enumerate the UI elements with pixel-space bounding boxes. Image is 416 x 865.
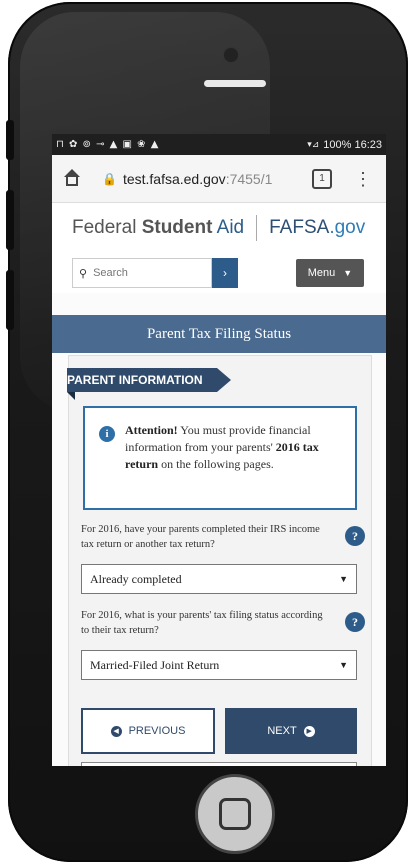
url-host: test.fafsa.ed.gov	[122, 170, 226, 187]
parent-information-card: PARENT INFORMATION i Attention! You must…	[67, 355, 372, 766]
search-icon: ⚲	[79, 267, 88, 280]
volume-up-button	[6, 190, 14, 250]
filing-status-select[interactable]: Married-Filed Joint Return ▼	[81, 650, 357, 680]
federal-student-aid-logo[interactable]: Federal Student Aid	[72, 217, 244, 239]
search-submit-button[interactable]: ›	[212, 258, 238, 288]
section-ribbon: PARENT INFORMATION	[67, 368, 231, 392]
fafsa-gov-logo[interactable]: FAFSA.gov	[269, 217, 365, 239]
chevron-down-icon: ▼	[343, 268, 353, 278]
url-path: :7455/1	[225, 170, 273, 187]
question-filing-status: For 2016, what is your parents' tax fili…	[81, 610, 323, 636]
phone-screen: ⊓ ✿ ⊚ ⊸ ▲ ▣ ❀ ▲ ▾⊿ 100% 16:23 🔒 test.faf…	[52, 134, 386, 766]
ribbon-fold	[67, 392, 75, 400]
more-options-icon[interactable]: ⋮	[354, 170, 372, 188]
lock-icon: 🔒	[102, 171, 117, 186]
battery-and-clock: 100% 16:23	[323, 138, 382, 151]
volume-down-button	[6, 270, 14, 330]
search-box: ⚲	[72, 258, 212, 288]
logo-divider	[256, 215, 258, 241]
dropdown-caret-icon: ▼	[339, 574, 348, 584]
search-input[interactable]	[91, 266, 196, 280]
previous-button[interactable]: ◀ PREVIOUS	[81, 708, 215, 754]
arrow-left-icon: ◀	[110, 725, 122, 737]
question-tax-return-completed: For 2016, have your parents completed th…	[81, 524, 320, 550]
tabs-count-icon[interactable]: 1	[312, 168, 332, 189]
home-square-icon	[219, 798, 251, 830]
notification-icons: ⊓ ✿ ⊚ ⊸ ▲ ▣ ❀ ▲	[56, 139, 160, 150]
help-icon[interactable]: ?	[345, 612, 365, 632]
info-icon: i	[99, 426, 115, 442]
front-camera	[223, 47, 239, 63]
earpiece-speaker	[204, 80, 266, 87]
menu-button[interactable]: Menu ▼	[296, 259, 364, 287]
tax-return-status-select[interactable]: Already completed ▼	[81, 564, 357, 594]
mute-switch	[6, 120, 14, 160]
alert-message: Attention! You must provide financial in…	[125, 423, 319, 471]
home-button[interactable]	[195, 774, 275, 854]
next-button[interactable]: NEXT ▶	[225, 708, 357, 754]
signal-icon: ▾⊿	[307, 139, 320, 150]
browser-address-bar: 🔒 test.fafsa.ed.gov:7455/1 1 ⋮	[52, 155, 386, 203]
help-icon[interactable]: ?	[345, 526, 365, 546]
site-header: Federal Student Aid FAFSA.gov	[52, 203, 386, 253]
status-bar: ⊓ ✿ ⊚ ⊸ ▲ ▣ ❀ ▲ ▾⊿ 100% 16:23	[52, 134, 386, 155]
next-section-strip	[81, 762, 357, 766]
attention-alert: i Attention! You must provide financial …	[83, 406, 357, 510]
dropdown-caret-icon: ▼	[339, 660, 348, 670]
search-row: ⚲ › Menu ▼	[52, 253, 386, 293]
arrow-right-icon: ▶	[303, 725, 315, 737]
home-icon[interactable]	[62, 168, 82, 189]
url-field[interactable]: 🔒 test.fafsa.ed.gov:7455/1	[102, 171, 292, 187]
page-title: Parent Tax Filing Status	[52, 315, 386, 353]
